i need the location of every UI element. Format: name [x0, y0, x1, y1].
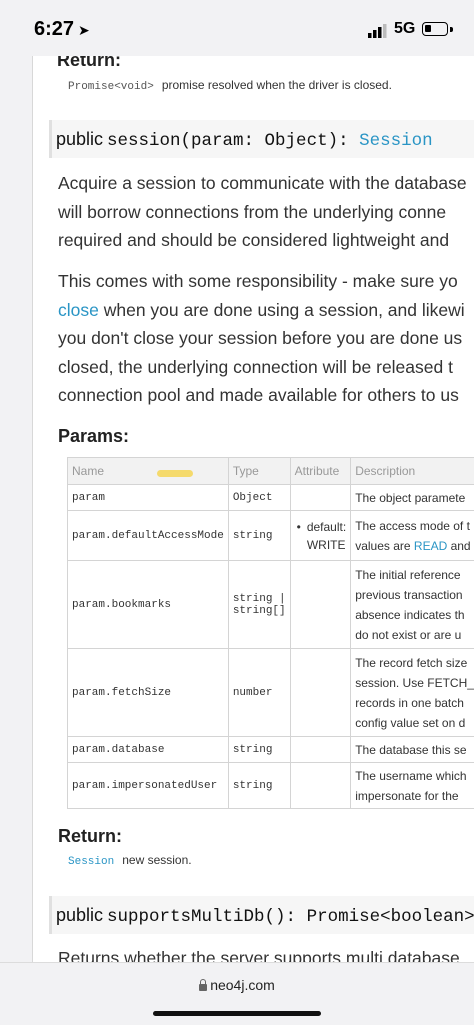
session-responsibility-text: This comes with some responsibility - ma… [58, 267, 474, 410]
param-name: param.bookmarks [67, 560, 229, 649]
param-description: The initial reference previous transacti… [350, 560, 474, 649]
param-attribute: • default: WRITE [289, 510, 352, 561]
signature-text: session(param: Object): [107, 131, 360, 151]
header-description: Description [350, 457, 474, 485]
params-table: Name Type Attribute Description param Ob… [67, 457, 474, 809]
return-text: promise resolved when the driver is clos… [161, 78, 392, 92]
text-span: when you are done using a session, and l… [98, 299, 465, 320]
url-text: neo4j.com [210, 977, 275, 993]
session-return-description: Session new session. [68, 853, 192, 868]
home-indicator[interactable] [153, 1011, 321, 1016]
return-description: Promise<void> promise resolved when the d… [68, 78, 392, 93]
close-link[interactable]: close [58, 300, 99, 320]
table-row: param.fetchSize number The record fetch … [67, 648, 474, 737]
param-type: string [227, 736, 291, 763]
param-name: param [67, 484, 229, 511]
signature-text: supportsMultiDb(): Promise<boolean> [107, 907, 474, 927]
header-name: Name [67, 457, 229, 485]
text-line: you don't close your session before you … [58, 328, 463, 348]
param-attribute [289, 736, 352, 763]
method-signature-session: public session(param: Object): Session [49, 120, 474, 158]
signature-keyword: public [56, 129, 104, 149]
table-row: param.impersonatedUser string The userna… [67, 762, 474, 809]
param-name: param.fetchSize [67, 648, 229, 737]
session-return-heading: Return: [58, 826, 122, 846]
return-type: Promise<void> [68, 81, 154, 93]
param-attribute [289, 762, 352, 809]
battery-cap [450, 27, 453, 32]
location-arrow-icon: ➤ [78, 22, 90, 38]
session-type-link[interactable]: Session [359, 131, 433, 151]
param-description: The username which impersonate for the [350, 762, 474, 809]
status-bar: 6:27 ➤ 5G [0, 0, 474, 60]
param-name: param.defaultAccessMode [67, 510, 229, 561]
param-type: string | string[] [227, 560, 291, 649]
param-type: string [227, 762, 291, 809]
signature-keyword: public [56, 905, 104, 925]
signal-icon [368, 24, 387, 38]
table-row: param.defaultAccessMode string • default:… [67, 510, 474, 561]
param-type: Object [227, 484, 291, 511]
session-return-text: new session. [122, 853, 192, 867]
table-row: param Object The object paramete [67, 484, 474, 511]
session-return-type-link[interactable]: Session [68, 856, 114, 868]
text-line: will borrow connections from the underly… [58, 201, 447, 222]
param-description: The object paramete [350, 484, 474, 511]
battery-icon [422, 22, 448, 36]
method-signature-supportsmultidb: public supportsMultiDb(): Promise<boolean… [49, 896, 474, 934]
url-display[interactable]: neo4j.com [0, 977, 474, 993]
text-line: close when you are done using a session,… [58, 296, 474, 325]
text-line: connection pool and made available for o… [58, 385, 459, 405]
params-heading: Params: [58, 426, 130, 446]
header-attribute: Attribute [289, 457, 352, 485]
param-description: The record fetch size session. Use FETCH… [350, 648, 474, 737]
network-type: 5G [394, 20, 416, 37]
param-name: param.impersonatedUser [67, 762, 229, 809]
text-line: required and should be considered lightw… [58, 230, 450, 250]
text-highlight-mark [157, 470, 193, 477]
text-line: This comes with some responsibility - ma… [58, 271, 458, 291]
param-attribute [289, 484, 352, 511]
param-type: string [227, 510, 291, 561]
table-row: param.database string The database this … [67, 736, 474, 763]
param-attribute [289, 648, 352, 737]
table-row: param.bookmarks string | string[] The in… [67, 560, 474, 649]
read-link[interactable]: READ [414, 539, 447, 553]
return-heading: Return: [57, 56, 121, 70]
param-attribute [289, 560, 352, 649]
attribute-default: default: WRITE [306, 519, 347, 552]
param-type: number [227, 648, 291, 737]
lock-icon [199, 979, 208, 991]
text-line: Acquire a session to communicate with th… [58, 173, 467, 193]
header-type: Type [227, 457, 291, 485]
session-description: Acquire a session to communicate with th… [58, 169, 474, 255]
text-line: closed, the underlying connection will b… [58, 356, 453, 377]
param-description: The access mode of t values are READ and [350, 510, 474, 561]
param-description: The database this se [350, 736, 474, 763]
param-name: param.database [67, 736, 229, 763]
web-page[interactable]: Return: Promise<void> promise resolved wh… [32, 56, 474, 964]
desc-line: values are READ and [355, 538, 471, 553]
status-time: 6:27 [34, 18, 75, 40]
